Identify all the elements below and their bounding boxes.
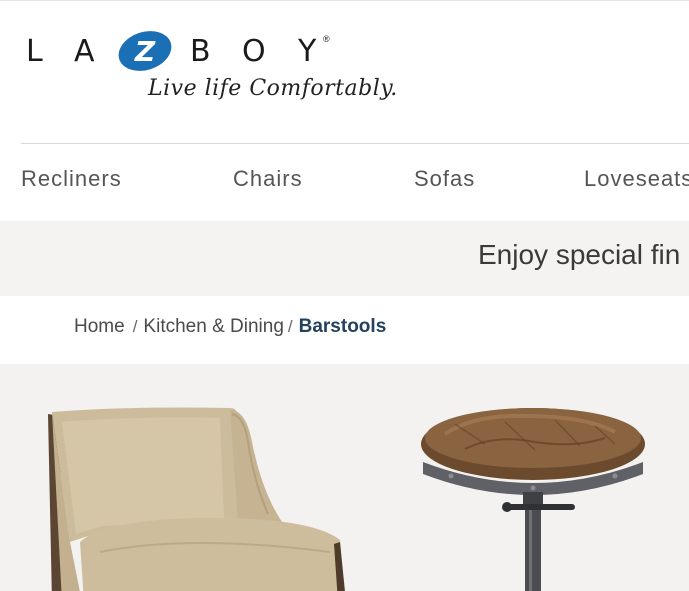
breadcrumb-current: Barstools: [298, 316, 387, 337]
stool-image[interactable]: [415, 404, 655, 591]
logo-registered-mark: ®: [323, 34, 330, 44]
breadcrumb-separator: /: [287, 317, 293, 336]
nav-item-chairs[interactable]: Chairs: [233, 166, 303, 192]
nav-item-sofas[interactable]: Sofas: [414, 166, 475, 192]
logo-wordmark: L A Z B O Y ®: [22, 31, 352, 74]
category-nav: Recliners Chairs Sofas Loveseats: [0, 144, 689, 220]
logo-tagline: Live life Comfortably.: [148, 76, 398, 101]
logo-letter-l: L: [26, 34, 43, 69]
logo-letter-z: Z: [134, 35, 156, 68]
lazboy-logo[interactable]: L A Z B O Y ® Live life Comfortably.: [22, 24, 422, 124]
logo-letter-o: O: [242, 34, 266, 69]
breadcrumb-home[interactable]: Home: [74, 316, 125, 337]
breadcrumb-separator: /: [132, 317, 138, 336]
breadcrumb: Home / Kitchen & Dining / Barstools: [74, 316, 386, 338]
product-grid: [0, 364, 689, 591]
logo-letter-y: Y: [298, 34, 317, 69]
breadcrumb-kitchen-dining[interactable]: Kitchen & Dining: [143, 316, 283, 337]
promo-text: Enjoy special fin: [478, 239, 681, 270]
logo-z-oval-icon: Z: [118, 31, 172, 71]
logo-letter-b: B: [190, 34, 211, 69]
nav-item-recliners[interactable]: Recliners: [21, 166, 122, 192]
chair-image[interactable]: [40, 402, 360, 591]
logo-letter-a: A: [74, 34, 95, 69]
nav-item-loveseats[interactable]: Loveseats: [584, 166, 689, 192]
top-border: [0, 0, 689, 1]
promo-banner[interactable]: Enjoy special fin: [0, 221, 689, 296]
